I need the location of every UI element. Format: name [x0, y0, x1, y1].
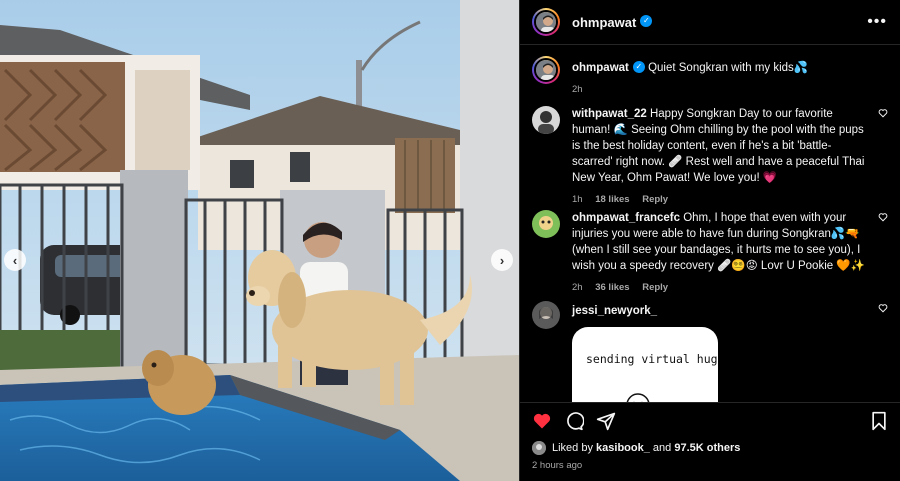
comment-like-heart-icon[interactable] [878, 212, 888, 222]
likes-summary: Liked by kasibook_ and 97.5K others [532, 441, 740, 455]
likes-others-count[interactable]: 97.5K others [674, 442, 740, 454]
caption-avatar[interactable] [532, 56, 560, 84]
post-photo: ‹ › [0, 0, 519, 481]
like-heart-icon[interactable] [532, 411, 552, 436]
action-bar [520, 402, 900, 438]
comment-time[interactable]: 2h [572, 282, 583, 293]
post-header: ohmpawat ✓ ••• [520, 0, 900, 45]
liker-avatar [532, 441, 546, 455]
reply-button[interactable]: Reply [642, 194, 668, 205]
comment-item: jessi_newyork_ sending virtual hug [532, 301, 888, 402]
verified-badge-icon: ✓ [640, 15, 653, 27]
post-photo-illustration [0, 0, 519, 481]
author-avatar[interactable] [532, 8, 560, 36]
caption-time[interactable]: 2h [572, 84, 583, 95]
bookmark-icon[interactable] [870, 411, 888, 436]
sticker-image[interactable]: sending virtual hug [572, 327, 718, 402]
comments-list: ohmpawat ✓ Quiet Songkran with my kids💦 2… [520, 46, 900, 402]
hug-doodle-icon [626, 393, 650, 402]
likes-prefix: Liked by [552, 442, 593, 454]
caption-text: Quiet Songkran with my kids💦 [648, 62, 809, 74]
liker-username[interactable]: kasibook_ [596, 442, 650, 454]
more-options-icon[interactable]: ••• [867, 13, 887, 31]
commenter-avatar[interactable] [532, 210, 560, 238]
author-username[interactable]: ohmpawat [572, 15, 636, 30]
caption-username[interactable]: ohmpawat [572, 62, 629, 74]
comment-username[interactable]: jessi_newyork_ [572, 305, 657, 317]
send-icon[interactable] [596, 411, 616, 436]
reply-button[interactable]: Reply [642, 282, 668, 293]
comment-username[interactable]: withpawat_22 [572, 108, 647, 120]
carousel-next-button[interactable]: › [491, 249, 513, 271]
comment-username[interactable]: ohmpawat_francefc [572, 212, 680, 224]
verified-badge-icon: ✓ [632, 60, 645, 73]
commenter-avatar[interactable] [532, 301, 560, 329]
comment-likes[interactable]: 36 likes [595, 282, 629, 293]
comment-item: ohmpawat_francefc Ohm, I hope that even … [532, 210, 888, 296]
commenter-avatar[interactable] [532, 106, 560, 134]
post-timestamp[interactable]: 2 hours ago [532, 460, 582, 471]
carousel-prev-button[interactable]: ‹ [4, 249, 26, 271]
comment-likes[interactable]: 18 likes [595, 194, 629, 205]
comment-like-heart-icon[interactable] [878, 108, 888, 118]
comment-time[interactable]: 1h [572, 194, 583, 205]
likes-middle: and [652, 442, 672, 454]
caption: ohmpawat ✓ Quiet Songkran with my kids💦 2… [532, 56, 884, 98]
comment-icon[interactable] [564, 411, 585, 436]
comment-item: withpawat_22 Happy Songkran Day to our f… [532, 106, 888, 208]
comment-like-heart-icon[interactable] [878, 303, 888, 313]
post-details-panel: ohmpawat ✓ ••• ohmpawat ✓ Quiet Songkran … [519, 0, 900, 481]
